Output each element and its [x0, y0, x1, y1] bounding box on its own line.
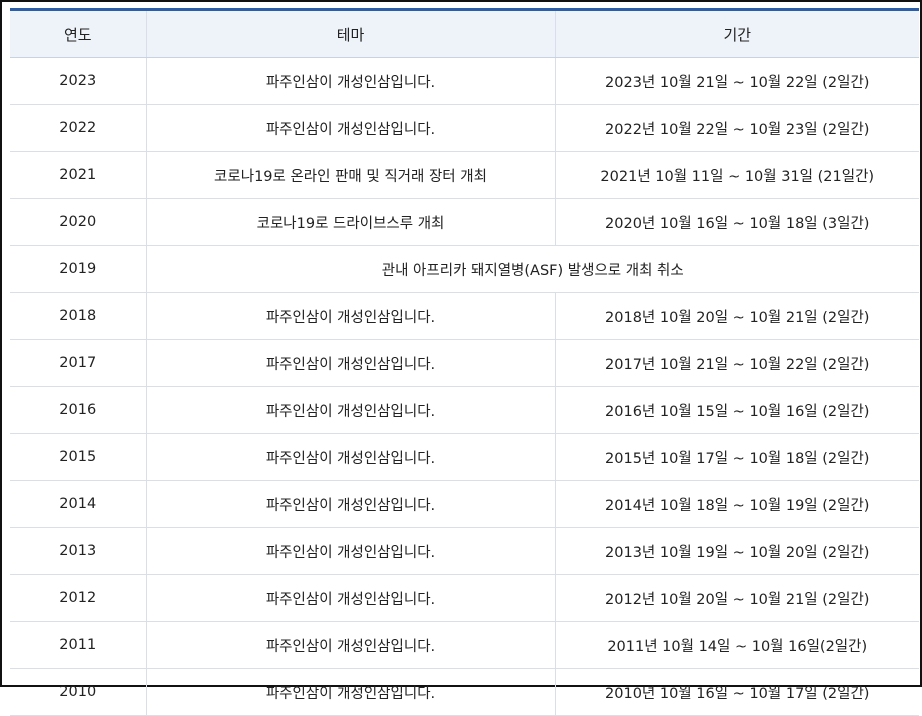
cell-year: 2016 [10, 386, 146, 434]
cell-period: 2015년 10월 17일 ~ 10월 18일 (2일간) [554, 433, 919, 481]
cell-theme: 파주인삼이 개성인삼입니다. [145, 574, 555, 622]
cell-year: 2019 [10, 245, 146, 293]
cell-year: 2010 [10, 668, 146, 716]
table-row: 2022 파주인삼이 개성인삼입니다. 2022년 10월 22일 ~ 10월 23… [10, 104, 919, 152]
cell-theme: 파주인삼이 개성인삼입니다. [145, 339, 555, 387]
cell-period: 2022년 10월 22일 ~ 10월 23일 (2일간) [554, 104, 919, 152]
table-row: 2017 파주인삼이 개성인삼입니다. 2017년 10월 21일 ~ 10월 22… [10, 339, 919, 387]
header-period: 기간 [554, 9, 919, 58]
cell-period: 2014년 10월 18일 ~ 10월 19일 (2일간) [554, 480, 919, 528]
cell-period: 2013년 10월 19일 ~ 10월 20일 (2일간) [554, 527, 919, 575]
cell-theme: 파주인삼이 개성인삼입니다. [145, 433, 555, 481]
cell-year: 2011 [10, 621, 146, 669]
cell-theme: 파주인삼이 개성인삼입니다. [145, 57, 555, 105]
cell-theme: 코로나19로 드라이브스루 개최 [145, 198, 555, 246]
table-row: 2015 파주인삼이 개성인삼입니다. 2015년 10월 17일 ~ 10월 18… [10, 433, 919, 481]
cell-period: 2021년 10월 11일 ~ 10월 31일 (21일간) [554, 151, 919, 199]
table-row: 2023 파주인삼이 개성인삼입니다. 2023년 10월 21일 ~ 10월 22… [10, 57, 919, 105]
table-row: 2020 코로나19로 드라이브스루 개최 2020년 10월 16일 ~ 10월 … [10, 198, 919, 246]
cell-year: 2012 [10, 574, 146, 622]
cell-theme: 파주인삼이 개성인삼입니다. [145, 527, 555, 575]
cell-theme: 파주인삼이 개성인삼입니다. [145, 386, 555, 434]
cell-year: 2022 [10, 104, 146, 152]
table-row: 2012 파주인삼이 개성인삼입니다. 2012년 10월 20일 ~ 10월 21… [10, 574, 919, 622]
table-body: 2023 파주인삼이 개성인삼입니다. 2023년 10월 21일 ~ 10월 22… [10, 57, 919, 716]
table-row: 2018 파주인삼이 개성인삼입니다. 2018년 10월 20일 ~ 10월 21… [10, 292, 919, 340]
cell-year: 2013 [10, 527, 146, 575]
cell-year: 2015 [10, 433, 146, 481]
table-row: 2014 파주인삼이 개성인삼입니다. 2014년 10월 18일 ~ 10월 19… [10, 480, 919, 528]
cell-theme: 파주인삼이 개성인삼입니다. [145, 621, 555, 669]
table-row: 2019 관내 아프리카 돼지열병(ASF) 발생으로 개최 취소 [10, 245, 919, 293]
cell-theme: 파주인삼이 개성인삼입니다. [145, 104, 555, 152]
cell-year: 2020 [10, 198, 146, 246]
page-frame: 연도 테마 기간 2023 파주인삼이 개성인삼입니다. 2023년 10월 21일… [0, 0, 922, 716]
table-row: 2021 코로나19로 온라인 판매 및 직거래 장터 개최 2021년 10월 1… [10, 151, 919, 199]
cell-period: 2023년 10월 21일 ~ 10월 22일 (2일간) [554, 57, 919, 105]
header-theme: 테마 [145, 9, 555, 58]
cell-year: 2014 [10, 480, 146, 528]
table-header: 연도 테마 기간 [10, 9, 919, 58]
cell-theme: 파주인삼이 개성인삼입니다. [145, 668, 555, 716]
cell-theme: 파주인삼이 개성인삼입니다. [145, 292, 555, 340]
table-row: 2016 파주인삼이 개성인삼입니다. 2016년 10월 15일 ~ 10월 16… [10, 386, 919, 434]
cell-notice: 관내 아프리카 돼지열병(ASF) 발생으로 개최 취소 [145, 245, 919, 293]
cell-period: 2018년 10월 20일 ~ 10월 21일 (2일간) [554, 292, 919, 340]
cell-period: 2020년 10월 16일 ~ 10월 18일 (3일간) [554, 198, 919, 246]
table-row: 2013 파주인삼이 개성인삼입니다. 2013년 10월 19일 ~ 10월 20… [10, 527, 919, 575]
cell-period: 2012년 10월 20일 ~ 10월 21일 (2일간) [554, 574, 919, 622]
cell-theme: 코로나19로 온라인 판매 및 직거래 장터 개최 [145, 151, 555, 199]
header-row: 연도 테마 기간 [10, 9, 919, 58]
cell-theme: 파주인삼이 개성인삼입니다. [145, 480, 555, 528]
header-year: 연도 [10, 9, 146, 58]
cell-year: 2017 [10, 339, 146, 387]
cell-period: 2010년 10월 16일 ~ 10월 17일 (2일간) [554, 668, 919, 716]
cell-year: 2023 [10, 57, 146, 105]
cell-year: 2018 [10, 292, 146, 340]
cell-period: 2011년 10월 14일 ~ 10월 16일(2일간) [554, 621, 919, 669]
table-row: 2010 파주인삼이 개성인삼입니다. 2010년 10월 16일 ~ 10월 17… [10, 668, 919, 716]
table-row: 2011 파주인삼이 개성인삼입니다. 2011년 10월 14일 ~ 10월 16… [10, 621, 919, 669]
cell-period: 2016년 10월 15일 ~ 10월 16일 (2일간) [554, 386, 919, 434]
festival-history-table: 연도 테마 기간 2023 파주인삼이 개성인삼입니다. 2023년 10월 21일… [10, 8, 919, 716]
cell-year: 2021 [10, 151, 146, 199]
cell-period: 2017년 10월 21일 ~ 10월 22일 (2일간) [554, 339, 919, 387]
